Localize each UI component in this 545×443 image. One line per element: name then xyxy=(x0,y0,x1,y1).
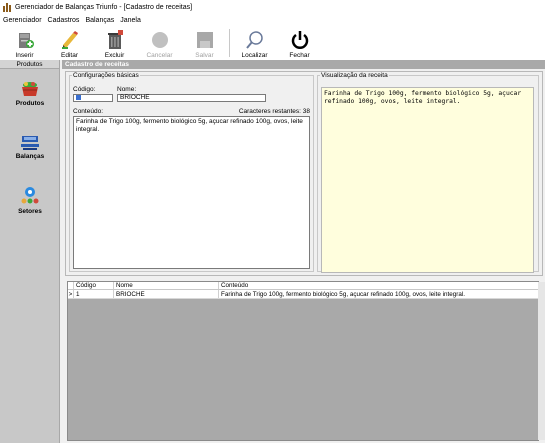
recipes-grid[interactable]: Código Nome Conteúdo > 1 BRIOCHE Farinha… xyxy=(67,281,539,441)
app-icon xyxy=(3,2,12,12)
recipe-preview: Farinha de Trigo 100g, fermento biológic… xyxy=(321,87,534,273)
close-button[interactable]: Fechar xyxy=(277,26,322,60)
sidebar-item-balancas[interactable]: Balanças xyxy=(0,133,60,160)
remaining-chars-label: Caracteres restantes: 38 xyxy=(238,108,310,115)
recipe-form-panel: Configurações básicas Código: Nome: BRIO… xyxy=(65,71,543,276)
sidebar-item-produtos[interactable]: Produtos xyxy=(0,80,60,107)
code-label: Código: xyxy=(73,86,96,93)
save-icon xyxy=(195,29,215,51)
column-header-name[interactable]: Nome xyxy=(114,282,219,289)
name-label: Nome: xyxy=(117,86,137,93)
preview-group: Visualização da receita Farinha de Trigo… xyxy=(317,72,539,273)
name-field[interactable]: BRIOCHE xyxy=(117,94,266,102)
column-header-code[interactable]: Código xyxy=(74,282,114,289)
menu-balancas[interactable]: Balanças xyxy=(82,17,117,24)
window-title: Gerenciador de Balanças Triunfo - [Cadas… xyxy=(15,3,193,11)
insert-button[interactable]: Inserir xyxy=(2,26,47,60)
content-textarea[interactable]: Farinha de Trigo 100g, fermento biológic… xyxy=(73,116,310,269)
page-title: Cadastro de receitas xyxy=(62,60,545,69)
save-button[interactable]: Salvar xyxy=(182,26,227,60)
sidebar-header: Produtos xyxy=(0,60,59,69)
edit-icon xyxy=(60,29,80,51)
cell-code[interactable]: 1 xyxy=(74,290,114,298)
code-field[interactable] xyxy=(73,94,113,102)
menu-gerenciador[interactable]: Gerenciador xyxy=(0,17,45,24)
menu-bar: Gerenciador Cadastros Balanças Janela xyxy=(0,14,545,26)
grid-scrollbar[interactable] xyxy=(538,282,545,440)
sectors-icon xyxy=(20,186,40,208)
toolbar-separator xyxy=(229,29,230,57)
main-content: Cadastro de receitas Configurações básic… xyxy=(62,60,545,443)
table-row[interactable]: > 1 BRIOCHE Farinha de Trigo 100g, ferme… xyxy=(68,290,538,299)
menu-janela[interactable]: Janela xyxy=(117,17,144,24)
sidebar-item-setores[interactable]: Setores xyxy=(0,186,60,215)
edit-button[interactable]: Editar xyxy=(47,26,92,60)
power-icon xyxy=(290,29,310,51)
trash-icon xyxy=(105,29,125,51)
delete-button[interactable]: Excluir xyxy=(92,26,137,60)
column-header-content[interactable]: Conteúdo xyxy=(219,282,538,289)
content-label: Conteúdo: xyxy=(73,108,103,115)
title-bar: Gerenciador de Balanças Triunfo - [Cadas… xyxy=(0,0,545,14)
basket-icon xyxy=(20,80,40,100)
sidebar: Produtos Produtos Balanças Setores xyxy=(0,60,60,443)
cell-name[interactable]: BRIOCHE xyxy=(114,290,219,298)
cancel-icon xyxy=(150,29,170,51)
scale-icon xyxy=(20,133,40,153)
magnifier-icon xyxy=(245,29,265,51)
cell-content[interactable]: Farinha de Trigo 100g, fermento biológic… xyxy=(219,290,538,298)
find-button[interactable]: Localizar xyxy=(232,26,277,60)
grid-header: Código Nome Conteúdo xyxy=(68,282,538,290)
toolbar: Inserir Editar Excluir Cancelar Salvar L… xyxy=(0,26,545,60)
menu-cadastros[interactable]: Cadastros xyxy=(45,17,83,24)
insert-icon xyxy=(15,29,35,51)
cancel-button[interactable]: Cancelar xyxy=(137,26,182,60)
basic-settings-group: Configurações básicas Código: Nome: BRIO… xyxy=(69,72,314,272)
